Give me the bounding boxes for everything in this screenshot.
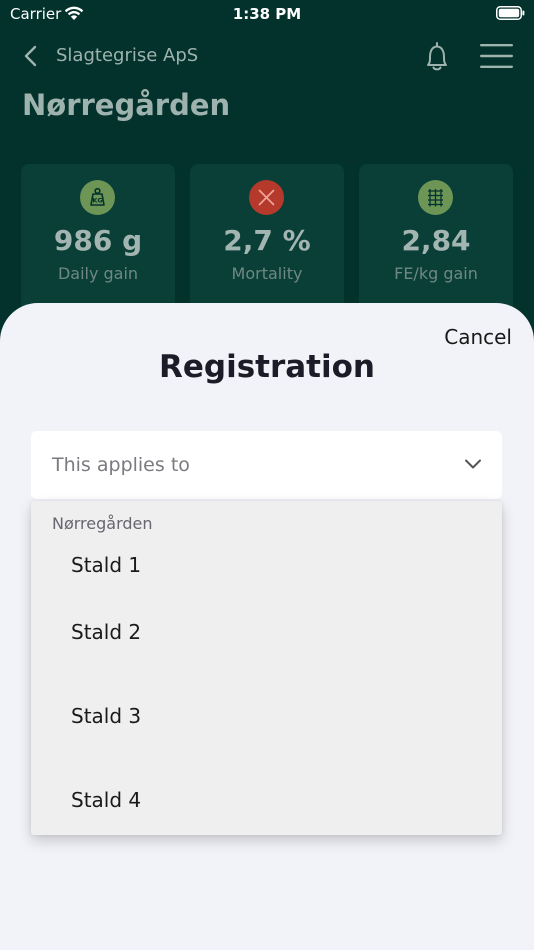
status-time: 1:38 PM [232,5,302,23]
weight-icon: KG [80,180,115,215]
farm-title: Nørregården [22,88,231,122]
chevron-left-icon[interactable] [22,44,40,68]
feed-icon [418,180,453,215]
stat-card-daily-gain[interactable]: KG 986 g Daily gain [21,164,175,314]
bell-icon[interactable] [422,40,452,74]
sheet-title: Registration [158,349,375,385]
dropdown-item-stald-4[interactable]: Stald 4 [71,788,471,812]
dropdown-item-stald-1[interactable]: Stald 1 [71,553,471,577]
battery-icon [496,6,525,20]
stat-label: FE/kg gain [394,264,478,283]
cross-icon [249,180,284,215]
company-name[interactable]: Slagtegrise ApS [56,45,198,66]
applies-to-dropdown: Nørregården Stald 1 Stald 2 Stald 3 Stal… [31,501,502,835]
stat-label: Daily gain [57,264,139,283]
stat-value: 2,84 [401,224,471,257]
applies-to-select[interactable]: This applies to [31,431,502,499]
dropdown-item-stald-3[interactable]: Stald 3 [71,704,471,728]
stat-card-mortality[interactable]: 2,7 % Mortality [190,164,344,314]
chevron-down-icon[interactable] [464,458,482,470]
select-placeholder: This applies to [52,454,190,476]
stat-value: 986 g [53,224,143,257]
stat-card-fe-kg-gain[interactable]: 2,84 FE/kg gain [359,164,513,314]
dropdown-group-label: Nørregården [52,514,153,533]
dropdown-item-stald-2[interactable]: Stald 2 [71,620,471,644]
menu-icon[interactable] [479,43,514,69]
status-bar: Carrier 1:38 PM [0,0,534,30]
svg-text:KG: KG [92,197,102,205]
stat-label: Mortality [231,264,303,283]
registration-sheet: Cancel Registration This applies to Nørr… [0,303,534,950]
stat-value: 2,7 % [223,224,311,257]
cancel-button[interactable]: Cancel [444,325,512,349]
